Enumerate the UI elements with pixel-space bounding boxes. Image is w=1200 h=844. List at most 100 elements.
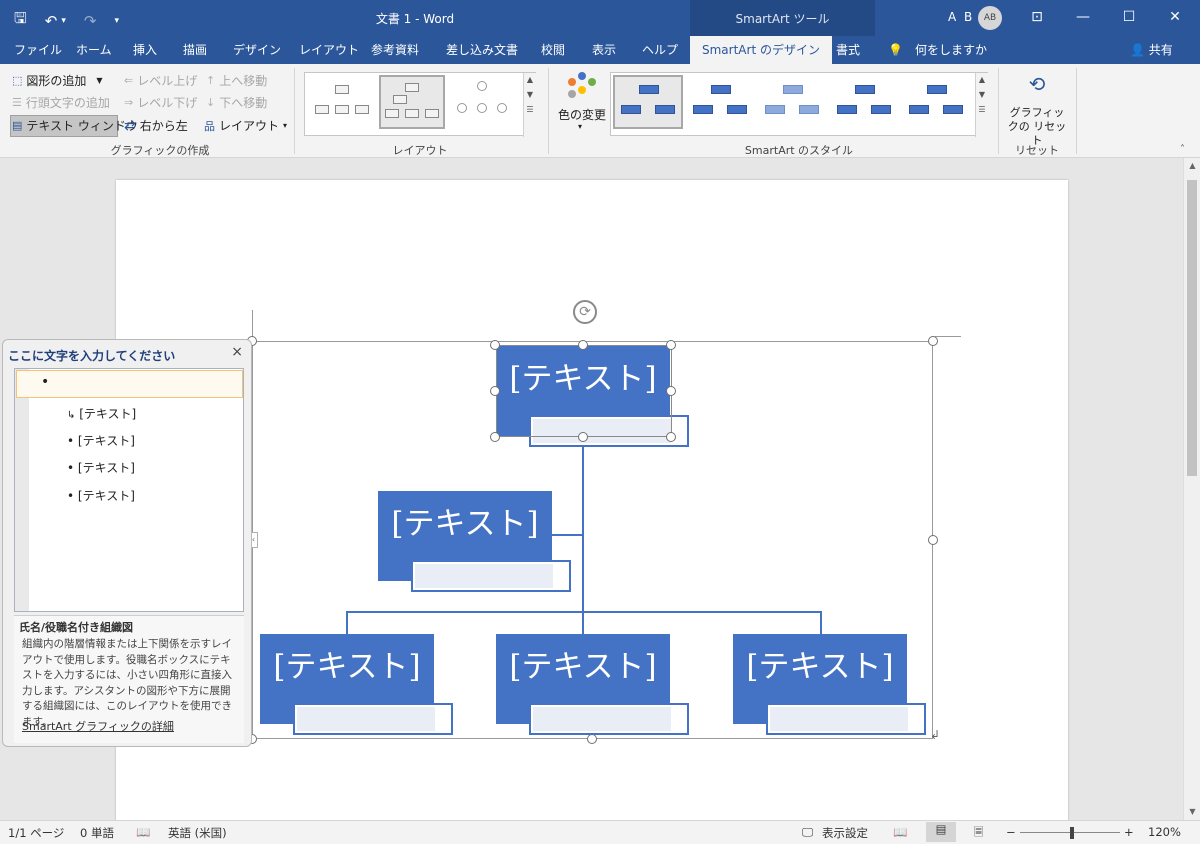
tab-insert[interactable]: 挿入	[133, 36, 157, 64]
color-palette-icon[interactable]	[566, 72, 596, 102]
tab-smartart-design[interactable]: SmartArt のデザイン	[690, 36, 832, 64]
word-count[interactable]: 0 単語	[80, 825, 114, 841]
shape-resize-handle[interactable]	[490, 432, 500, 442]
mini-shape	[711, 85, 731, 94]
text-pane-label: テキスト ウィンドウ	[26, 119, 138, 133]
vertical-scrollbar[interactable]: ▲ ▼	[1183, 158, 1200, 820]
tab-format[interactable]: 書式	[836, 36, 860, 64]
shape-resize-handle[interactable]	[490, 340, 500, 350]
tab-home[interactable]: ホーム	[76, 36, 112, 64]
tab-mailings[interactable]: 差し込み文書	[446, 36, 518, 64]
style-thumb-3[interactable]	[759, 77, 829, 131]
text-pane-item-4[interactable]: • [テキスト]	[67, 459, 135, 476]
text-pane-button[interactable]: ▤ テキスト ウィンドウ	[12, 117, 138, 134]
add-shape-button[interactable]: ⬚ 図形の追加 ▼	[12, 72, 103, 89]
right-to-left-label: 右から左	[139, 119, 188, 133]
layout-description: 氏名/役職名付き組織図 組織内の階層情報または上下関係を示すレイアウトで使用しま…	[14, 615, 244, 743]
share-button[interactable]: 👤 共有	[1130, 36, 1173, 64]
style-thumb-4[interactable]	[831, 77, 901, 131]
tell-me-box[interactable]: 💡 何をしますか	[888, 36, 987, 64]
layout-gallery[interactable]: ▲ ▼ ☰	[304, 72, 536, 137]
maximize-icon[interactable]: ☐	[1114, 6, 1144, 28]
move-down-button[interactable]: ↓ 下へ移動	[206, 94, 267, 111]
move-down-label: 下へ移動	[219, 96, 268, 110]
layout-thumb-half-circle-org-chart[interactable]	[451, 77, 517, 131]
collapse-ribbon-icon[interactable]: ˄	[1180, 144, 1185, 155]
text-pane-item-text: [テキスト]	[77, 489, 135, 503]
frame-resize-handle[interactable]	[928, 535, 938, 545]
tab-help[interactable]: ヘルプ	[642, 36, 678, 64]
title-box-right[interactable]	[766, 703, 926, 735]
connector-line	[552, 534, 583, 536]
chevron-down-icon[interactable]: ▾	[578, 122, 582, 131]
tab-design[interactable]: デザイン	[233, 36, 281, 64]
org-node-text: [テキスト]	[746, 649, 894, 685]
tab-file[interactable]: ファイル	[14, 36, 62, 64]
layout-gallery-scroll[interactable]: ▲ ▼ ☰	[523, 73, 536, 137]
reset-graphic-icon[interactable]: ⟲	[1022, 72, 1052, 100]
arrow-right-icon: ⇒	[124, 96, 134, 109]
move-up-button[interactable]: ↑ 上へ移動	[206, 72, 267, 89]
tab-review[interactable]: 校閲	[541, 36, 565, 64]
zoom-slider-knob[interactable]	[1070, 827, 1074, 839]
minimize-icon[interactable]: —	[1068, 6, 1098, 28]
demote-button[interactable]: ⇒ レベル下げ	[124, 94, 197, 111]
text-pane-gutter	[15, 369, 29, 611]
proofing-icon[interactable]: 📖	[136, 825, 150, 839]
title-box-left[interactable]	[293, 703, 453, 735]
add-bullet-button[interactable]: ☰ 行頭文字の追加	[12, 94, 110, 111]
ribbon-display-options-icon[interactable]: ⊡	[1022, 6, 1052, 28]
close-icon[interactable]: ×	[231, 344, 243, 360]
smartart-style-gallery[interactable]: ▲ ▼ ☰	[610, 72, 988, 137]
tab-draw[interactable]: 描画	[183, 36, 207, 64]
language-status[interactable]: 英語 (米国)	[168, 825, 227, 841]
zoom-out-button[interactable]: −	[1006, 825, 1016, 839]
frame-resize-handle[interactable]	[587, 734, 597, 744]
frame-resize-handle[interactable]	[928, 336, 938, 346]
web-layout-icon[interactable]: 🗏	[974, 825, 983, 844]
shape-resize-handle[interactable]	[666, 386, 676, 396]
rotate-handle-icon[interactable]: ⟳	[573, 300, 597, 324]
shape-resize-handle[interactable]	[578, 340, 588, 350]
style-thumb-1[interactable]	[613, 75, 683, 129]
right-to-left-button[interactable]: ⇄ 右から左	[124, 117, 188, 134]
shape-resize-handle[interactable]	[666, 340, 676, 350]
mini-circle	[497, 103, 507, 113]
zoom-level[interactable]: 120%	[1148, 825, 1181, 839]
scroll-up-arrow[interactable]: ▲	[1184, 158, 1200, 174]
layout-thumb-org-chart[interactable]	[309, 77, 375, 131]
layout-thumb-name-title-org-chart[interactable]	[379, 75, 445, 129]
shape-resize-handle[interactable]	[666, 432, 676, 442]
style-gallery-scroll[interactable]: ▲ ▼ ☰	[975, 73, 988, 137]
scrollbar-thumb[interactable]	[1187, 180, 1197, 476]
tab-references[interactable]: 参考資料	[371, 36, 419, 64]
zoom-in-button[interactable]: +	[1124, 825, 1134, 839]
scroll-down-arrow[interactable]: ▼	[1184, 804, 1200, 820]
text-pane-icon: ▤	[12, 119, 23, 132]
text-pane-item-3[interactable]: • [テキスト]	[67, 432, 135, 449]
page-count[interactable]: 1/1 ページ	[8, 825, 64, 841]
text-pane-item-2[interactable]: ↳ [テキスト]	[67, 405, 136, 422]
group-label-reset: リセット	[1015, 144, 1059, 157]
tab-view[interactable]: 表示	[592, 36, 616, 64]
close-icon[interactable]: ✕	[1160, 6, 1190, 28]
smartart-details-link[interactable]: SmartArt グラフィックの詳細	[22, 718, 174, 734]
add-shape-label: 図形の追加	[26, 74, 87, 88]
title-box-center[interactable]	[529, 703, 689, 735]
change-colors-button[interactable]: 色の変更	[558, 106, 606, 123]
title-box-assistant[interactable]	[411, 560, 571, 592]
shape-resize-handle[interactable]	[490, 386, 500, 396]
avatar[interactable]: AB	[978, 6, 1002, 30]
display-settings-button[interactable]: 表示設定	[822, 825, 868, 841]
shape-resize-handle[interactable]	[578, 432, 588, 442]
style-thumb-2[interactable]	[687, 77, 757, 131]
mini-shape	[405, 109, 419, 118]
print-layout-icon[interactable]: ▤	[926, 822, 956, 842]
style-thumb-5[interactable]	[903, 77, 973, 131]
layout-button[interactable]: 品レイアウト ▾	[204, 117, 287, 134]
text-pane-item-1[interactable]: •	[16, 370, 243, 398]
read-mode-icon[interactable]: 📖	[893, 825, 907, 839]
text-pane-item-5[interactable]: • [テキスト]	[67, 487, 135, 504]
promote-button[interactable]: ⇐ レベル上げ	[124, 72, 197, 89]
tab-layout[interactable]: レイアウト	[299, 36, 359, 64]
